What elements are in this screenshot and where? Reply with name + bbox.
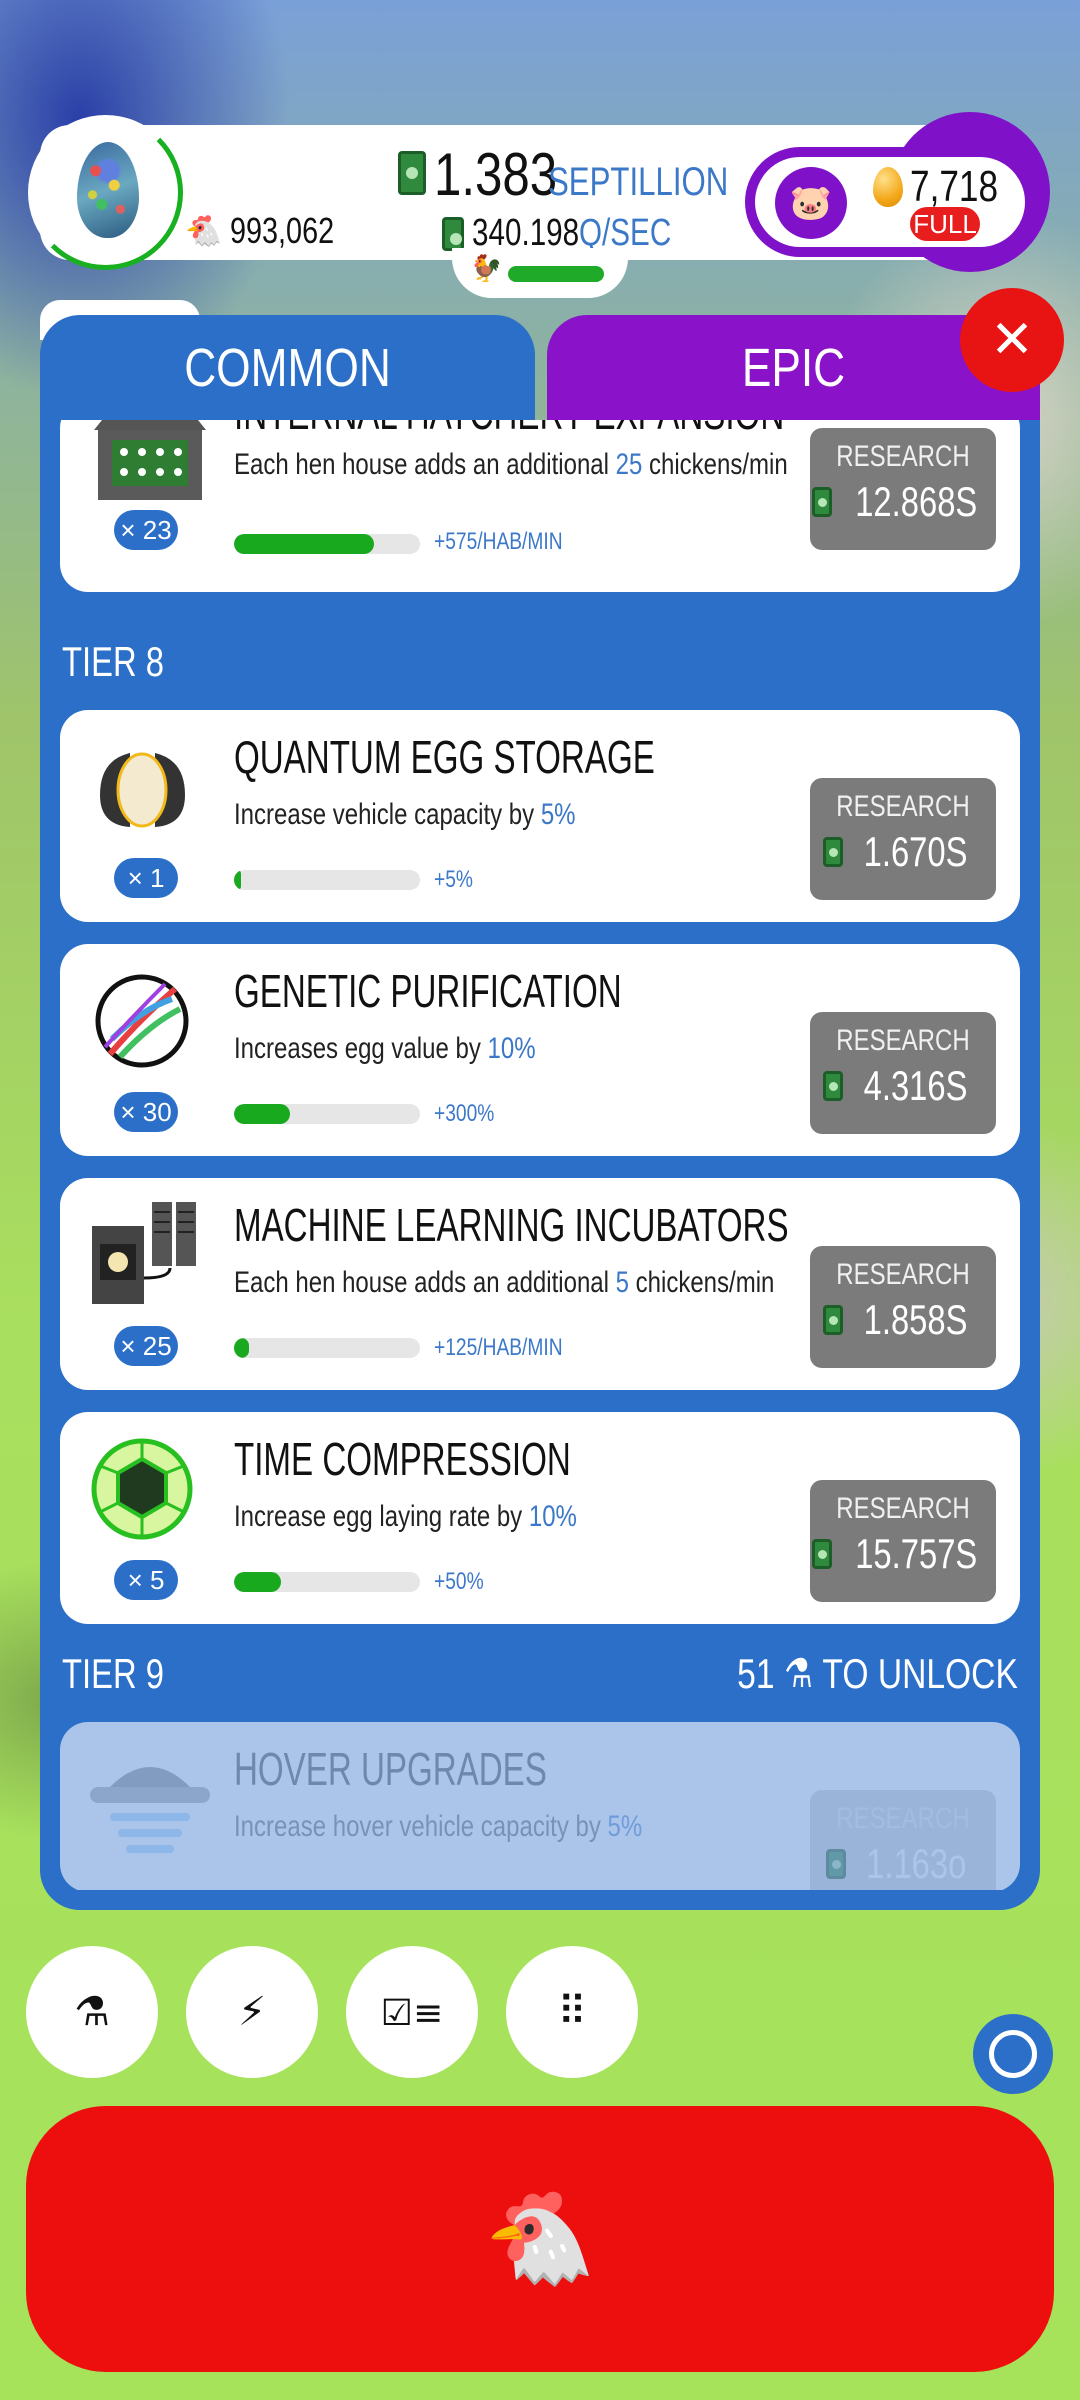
item-description: Increases egg value by 10% — [234, 1032, 536, 1065]
tier-heading: TIER 8 — [62, 638, 164, 685]
close-button[interactable]: ✕ — [960, 288, 1064, 392]
research-button[interactable]: RESEARCH 12.868S — [810, 428, 996, 550]
item-description: Increase hover vehicle capacity by 5% — [234, 1810, 643, 1843]
research-item-internal-hatchery-expansion: × 23 INTERNAL HATCHERY EXPANSION Each he… — [60, 420, 1020, 592]
flask-icon: ⚗ — [784, 1652, 813, 1696]
progress-bar — [234, 1104, 420, 1124]
cash-icon — [825, 1849, 846, 1879]
missions-button[interactable]: ☑≡ — [346, 1946, 478, 2078]
flask-icon: ⚗ — [74, 1989, 110, 2035]
time-sphere-icon — [90, 1437, 195, 1542]
cash-icon — [823, 837, 844, 867]
level-badge: × 25 — [114, 1326, 178, 1366]
level-badge: × 1 — [114, 858, 178, 898]
grid-menu-icon: ⠿ — [557, 1989, 587, 2035]
piggy-full-badge: FULL — [910, 207, 980, 241]
item-description: Increase egg laying rate by 10% — [234, 1500, 577, 1533]
hover-vehicle-icon — [90, 1747, 210, 1853]
drone-progress-bar — [508, 266, 604, 282]
boosts-button[interactable]: ⚡ — [186, 1946, 318, 2078]
main-menu-button[interactable]: ⠿ — [506, 1946, 638, 2078]
cash-display: 1.383 SEPTILLION — [398, 140, 779, 209]
research-item-quantum-egg-storage: × 1 QUANTUM EGG STORAGE Increase vehicle… — [60, 710, 1020, 922]
item-title: MACHINE LEARNING INCUBATORS — [234, 1199, 789, 1251]
level-badge: × 5 — [114, 1560, 178, 1600]
egg-icon — [77, 142, 139, 238]
item-title: TIME COMPRESSION — [234, 1433, 571, 1485]
effect-text: +575/HAB/MIN — [434, 528, 563, 555]
drone-meter[interactable]: 🐓 — [452, 248, 628, 298]
research-item-machine-learning-incubators: × 25 MACHINE LEARNING INCUBATORS Each he… — [60, 1178, 1020, 1390]
golden-egg-count: 7,718 — [910, 162, 999, 211]
drone-icon: 🐓 — [470, 254, 503, 284]
piggy-bank-icon[interactable]: 🐷 — [775, 167, 847, 239]
population-value: 993,062 — [230, 210, 335, 251]
chicken-icon: 🐔 — [185, 213, 223, 249]
chicken-population: 🐔 993,062 — [185, 210, 361, 252]
effect-text: +50% — [434, 1568, 484, 1595]
current-egg-button[interactable] — [28, 115, 183, 270]
research-button[interactable]: RESEARCH 4.316S — [810, 1012, 996, 1134]
cash-icon — [823, 1305, 844, 1335]
dna-icon — [90, 969, 195, 1074]
research-button-locked: RESEARCH 1.163o — [810, 1790, 996, 1890]
progress-bar — [234, 534, 420, 554]
item-title: HOVER UPGRADES — [234, 1743, 547, 1795]
research-item-hover-upgrades: HOVER UPGRADES Increase hover vehicle ca… — [60, 1722, 1020, 1890]
cash-icon — [442, 216, 464, 251]
cash-icon — [398, 151, 426, 195]
effect-text: +125/HAB/MIN — [434, 1334, 563, 1361]
hatch-chicken-button[interactable]: 🐔 — [26, 2106, 1054, 2372]
cash-icon — [823, 1071, 844, 1101]
research-button[interactable]: RESEARCH 1.858S — [810, 1246, 996, 1368]
item-description: Each hen house adds an additional 25 chi… — [234, 448, 788, 481]
item-description: Increase vehicle capacity by 5% — [234, 798, 576, 831]
assistant-circle-button[interactable] — [973, 2014, 1053, 2094]
progress-bar — [234, 870, 420, 890]
piggy-bank-widget[interactable]: 🐷 7,718 FULL — [745, 112, 1050, 272]
effect-text: +5% — [434, 866, 473, 893]
progress-bar — [234, 1338, 420, 1358]
cash-value: 1.383 — [434, 141, 558, 208]
quantum-egg-icon — [90, 735, 195, 840]
level-badge: × 23 — [114, 510, 178, 550]
item-description: Each hen house adds an additional 5 chic… — [234, 1266, 775, 1299]
hen-house-icon — [90, 420, 206, 515]
research-list[interactable]: × 23 INTERNAL HATCHERY EXPANSION Each he… — [40, 420, 1040, 1890]
tier-unlock-requirement: 51 ⚗ TO UNLOCK — [737, 1650, 1018, 1697]
effect-text: +300% — [434, 1100, 495, 1127]
lightning-icon: ⚡ — [237, 1989, 267, 2035]
item-title: INTERNAL HATCHERY EXPANSION — [234, 420, 784, 440]
research-menu-button[interactable]: ⚗ — [26, 1946, 158, 2078]
research-button[interactable]: RESEARCH 15.757S — [810, 1480, 996, 1602]
cash-icon — [811, 1539, 832, 1569]
research-button[interactable]: RESEARCH 1.670S — [810, 778, 996, 900]
tier-heading: TIER 9 — [62, 1650, 164, 1697]
chicken-icon: 🐔 — [483, 2186, 597, 2291]
research-item-time-compression: × 5 TIME COMPRESSION Increase egg laying… — [60, 1412, 1020, 1624]
server-incubator-icon — [90, 1198, 200, 1304]
golden-egg-icon — [873, 167, 903, 207]
item-title: GENETIC PURIFICATION — [234, 965, 622, 1017]
level-badge: × 30 — [114, 1092, 178, 1132]
research-item-genetic-purification: × 30 GENETIC PURIFICATION Increases egg … — [60, 944, 1020, 1156]
cash-unit: SEPTILLION — [548, 160, 729, 204]
cash-icon — [811, 487, 832, 517]
progress-bar — [234, 1572, 420, 1592]
item-title: QUANTUM EGG STORAGE — [234, 731, 655, 783]
checklist-icon: ☑≡ — [380, 1993, 444, 2034]
research-panel: × 23 INTERNAL HATCHERY EXPANSION Each he… — [40, 420, 1040, 1910]
